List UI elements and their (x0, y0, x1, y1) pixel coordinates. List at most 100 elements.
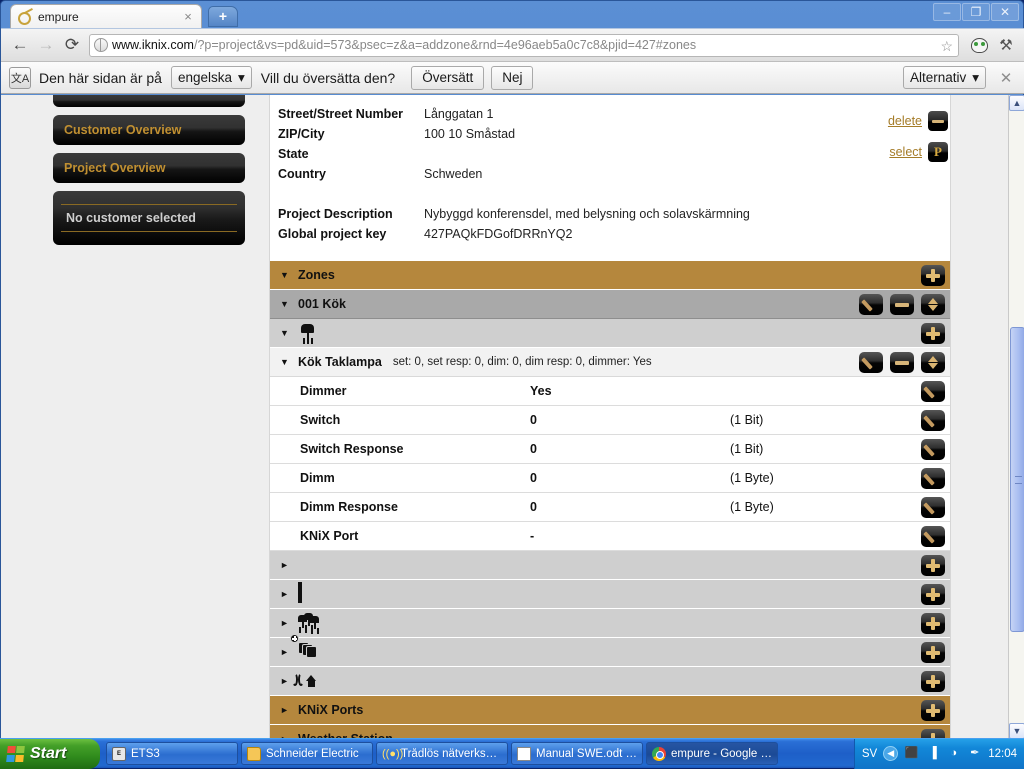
delete-zone-button[interactable] (890, 294, 914, 315)
start-button[interactable]: Start (0, 739, 100, 769)
volume-icon[interactable]: ◑ (946, 746, 961, 761)
select-project-action[interactable]: select P (872, 136, 948, 167)
reload-button[interactable]: ⟳ (59, 32, 85, 58)
field-label: Global project key (278, 224, 424, 244)
edit-property-button[interactable] (921, 410, 945, 431)
twisty-icon[interactable]: ► (280, 589, 298, 599)
source-language-select[interactable]: engelska ▾ (171, 66, 252, 89)
browser-tab-empure[interactable]: empure × (10, 4, 202, 28)
page-info-icon[interactable] (94, 38, 108, 52)
vertical-scrollbar[interactable]: ▲ ▼ (1008, 95, 1024, 739)
category-row-blinds-horizontal[interactable]: ► (270, 551, 950, 580)
network-icon[interactable]: ⬛ (904, 746, 919, 761)
sidebar-item-partial[interactable] (53, 95, 245, 107)
new-tab-button[interactable]: + (208, 6, 238, 27)
tray-extra-icon[interactable]: ✒ (967, 746, 982, 761)
project-key-icon[interactable]: P (928, 142, 948, 162)
add-knix-port-button[interactable] (921, 700, 945, 721)
edit-property-button[interactable] (921, 381, 945, 402)
edit-property-button[interactable] (921, 439, 945, 460)
back-button[interactable]: ← (7, 32, 33, 58)
add-item-button[interactable] (921, 671, 945, 692)
category-row-scenes[interactable]: ► (270, 609, 950, 638)
taskbar-item-wireless-network[interactable]: ((●)) Trådlös nätverksan... (376, 742, 508, 765)
twisty-icon[interactable]: ▼ (280, 328, 298, 338)
blinds-vertical-icon (298, 584, 320, 604)
lamp-category-actions (921, 319, 945, 347)
show-hidden-icons-icon[interactable]: ◀ (883, 746, 898, 761)
sidebar-item-customer-overview[interactable]: Customer Overview (53, 115, 245, 145)
taskbar-item-ets3[interactable]: E ETS3 (106, 742, 238, 765)
twisty-icon[interactable]: ► (280, 560, 298, 570)
minimize-button[interactable]: – (933, 3, 961, 21)
close-button[interactable]: ✕ (991, 3, 1019, 21)
select-link[interactable]: select (889, 145, 922, 159)
category-row-presence-sensor[interactable]: ► (270, 667, 950, 696)
chevron-down-icon: ▾ (238, 70, 245, 86)
twisty-icon[interactable]: ► (280, 647, 298, 657)
device-row-kok-taklampa[interactable]: ▼ Kök Taklampa set: 0, set resp: 0, dim:… (270, 348, 950, 377)
decline-translate-button[interactable]: Nej (491, 66, 533, 90)
twisty-icon[interactable]: ► (280, 705, 298, 715)
edit-zone-button[interactable] (859, 294, 883, 315)
wifi-icon: ((●)) (382, 747, 396, 761)
add-zone-button[interactable] (921, 265, 945, 286)
taskbar-item-manual-swe-odt[interactable]: Manual SWE.odt - ... (511, 742, 643, 765)
zone-row-001-kok[interactable]: ▼ 001 Kök (270, 290, 950, 319)
taskbar-item-empure-chrome[interactable]: empure - Google Ch... (646, 742, 778, 765)
maximize-button[interactable]: ❐ (962, 3, 990, 21)
language-indicator[interactable]: SV (862, 748, 877, 760)
edit-property-button[interactable] (921, 497, 945, 518)
address-bar[interactable]: www.iknix.com/?p=project&vs=pd&uid=573&p… (89, 34, 959, 57)
delete-link[interactable]: delete (888, 114, 922, 128)
add-item-button[interactable] (921, 642, 945, 663)
weather-station-section[interactable]: ► Weather Station (270, 725, 950, 739)
twisty-icon[interactable]: ▼ (280, 270, 298, 280)
add-item-button[interactable] (921, 613, 945, 634)
wrench-menu-icon[interactable]: ⚒ (993, 32, 1019, 58)
knix-ports-section[interactable]: ► KNiX Ports (270, 696, 950, 725)
extension-face-icon[interactable] (966, 32, 992, 58)
move-device-button[interactable] (921, 352, 945, 373)
move-zone-button[interactable] (921, 294, 945, 315)
add-lamp-button[interactable] (921, 323, 945, 344)
taskbar-item-schneider-electric[interactable]: Schneider Electric (241, 742, 373, 765)
scroll-up-icon[interactable]: ▲ (1009, 95, 1024, 111)
delete-project-action[interactable]: delete (872, 105, 948, 136)
field-label: Street/Street Number (278, 104, 424, 124)
translate-button[interactable]: Översätt (411, 66, 484, 90)
infobar-close-icon[interactable]: ✕ (995, 69, 1017, 87)
lamp-category-row[interactable]: ▼ (270, 319, 950, 348)
edit-property-button[interactable] (921, 468, 945, 489)
property-name: Switch Response (300, 442, 530, 456)
zones-header[interactable]: ▼ Zones (270, 261, 950, 290)
translate-options-button[interactable]: Alternativ ▾ (903, 66, 986, 89)
twisty-icon[interactable]: ► (280, 618, 298, 628)
edit-property-button[interactable] (921, 526, 945, 547)
add-item-button[interactable] (921, 555, 945, 576)
source-language-value: engelska (178, 70, 232, 85)
project-info-row: Global project key 427PAQkFDGofDRRnYQ2 (278, 224, 942, 244)
scrollbar-thumb[interactable] (1010, 327, 1024, 632)
delete-device-button[interactable] (890, 352, 914, 373)
category-row-blinds-vertical[interactable]: ► (270, 580, 950, 609)
device-label: Kök Taklampa (298, 355, 382, 369)
field-label: ZIP/City (278, 124, 424, 144)
project-info-row: Street/Street Number Långgatan 1 (278, 104, 942, 124)
clock[interactable]: 12:04 (988, 748, 1017, 760)
zones-header-actions (921, 261, 945, 289)
forward-button[interactable]: → (33, 32, 59, 58)
twisty-icon[interactable]: ▼ (280, 299, 298, 309)
property-actions (921, 406, 945, 434)
bookmark-star-icon[interactable]: ☆ (940, 38, 953, 55)
category-row-scene-group[interactable]: ► (270, 638, 950, 667)
edit-device-button[interactable] (859, 352, 883, 373)
windows-logo-icon (6, 746, 25, 762)
scroll-down-icon[interactable]: ▼ (1009, 723, 1024, 739)
tab-close-icon[interactable]: × (181, 10, 195, 24)
minus-icon[interactable] (928, 111, 948, 131)
sidebar-item-project-overview[interactable]: Project Overview (53, 153, 245, 183)
signal-icon[interactable]: ▐ (925, 746, 940, 761)
twisty-icon[interactable]: ▼ (280, 357, 298, 367)
add-item-button[interactable] (921, 584, 945, 605)
